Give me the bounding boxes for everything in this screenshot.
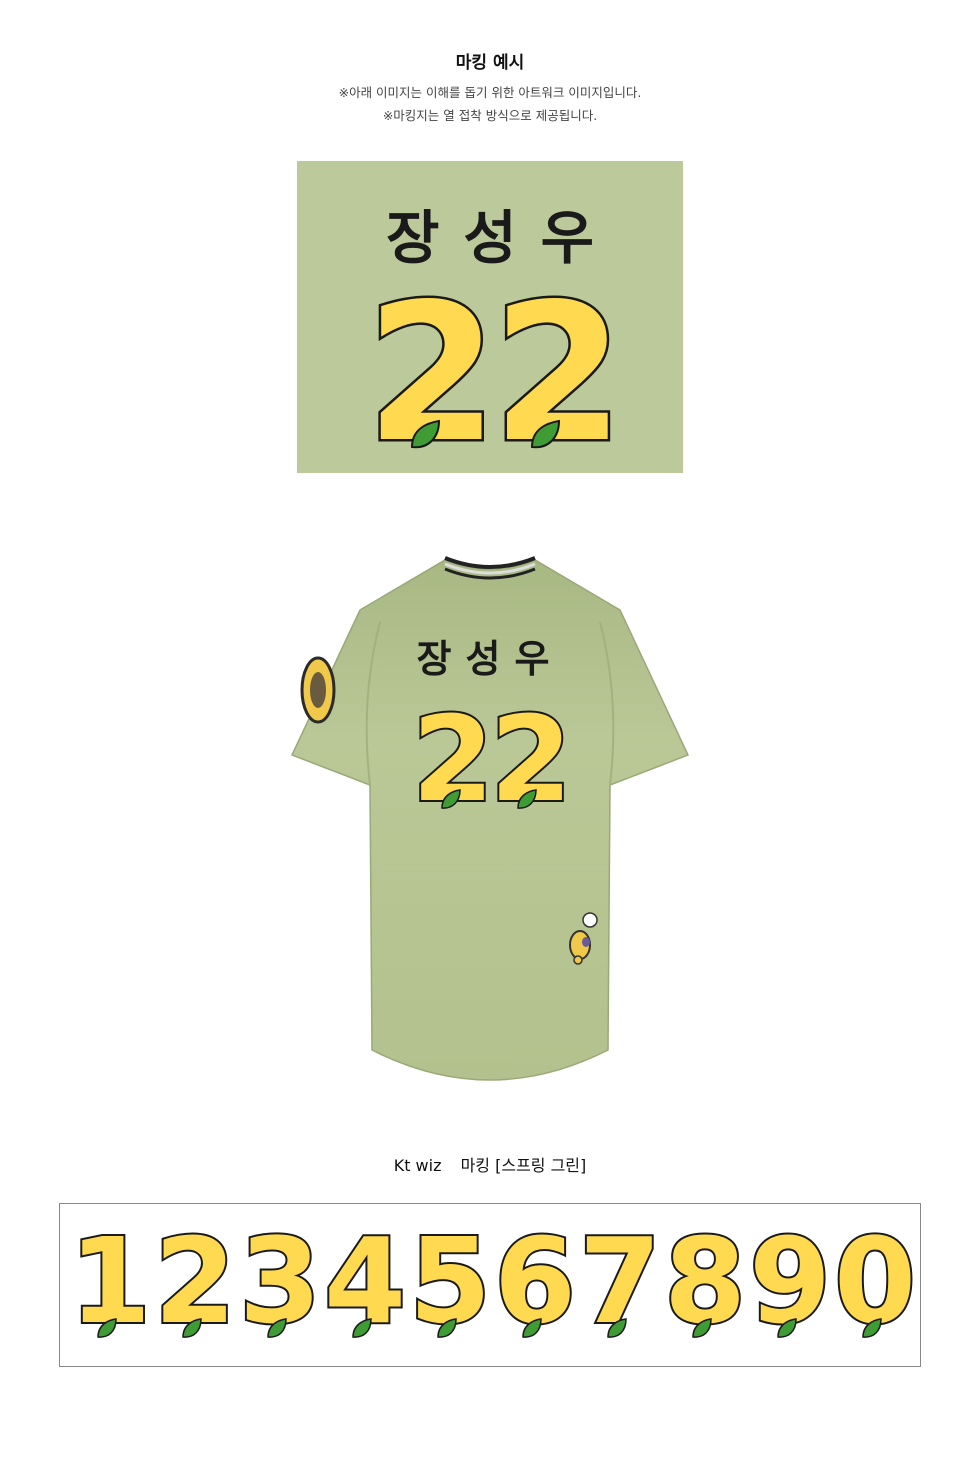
digit-font-sample: 1234567890	[59, 1203, 921, 1367]
artwork-notice: ※아래 이미지는 이해를 돕기 위한 아트워크 이미지입니다.	[338, 85, 642, 100]
player-name: 장성우	[385, 204, 619, 272]
sleeve-patch-icon	[300, 656, 336, 724]
digit-set-graphic: 1234567890	[67, 1210, 918, 1352]
jersey-back-image: 장성우 22	[290, 556, 690, 1081]
jersey-player-number: 22	[412, 690, 568, 828]
heat-transfer-notice: ※마킹지는 열 접착 방식으로 제공됩니다.	[382, 108, 598, 123]
page-title: 마킹 예시	[455, 53, 525, 73]
player-number-graphic: 22	[367, 289, 617, 459]
marking-color-label: 마킹 [스프링 그린]	[460, 1156, 587, 1175]
marking-preview-panel: 장성우 22	[297, 161, 683, 473]
brand-label: Kt wiz	[393, 1156, 442, 1175]
player-number: 22	[367, 289, 617, 459]
marking-caption: Kt wiz 마킹 [스프링 그린]	[0, 1152, 980, 1176]
jersey-player-name: 장성우	[417, 637, 564, 681]
